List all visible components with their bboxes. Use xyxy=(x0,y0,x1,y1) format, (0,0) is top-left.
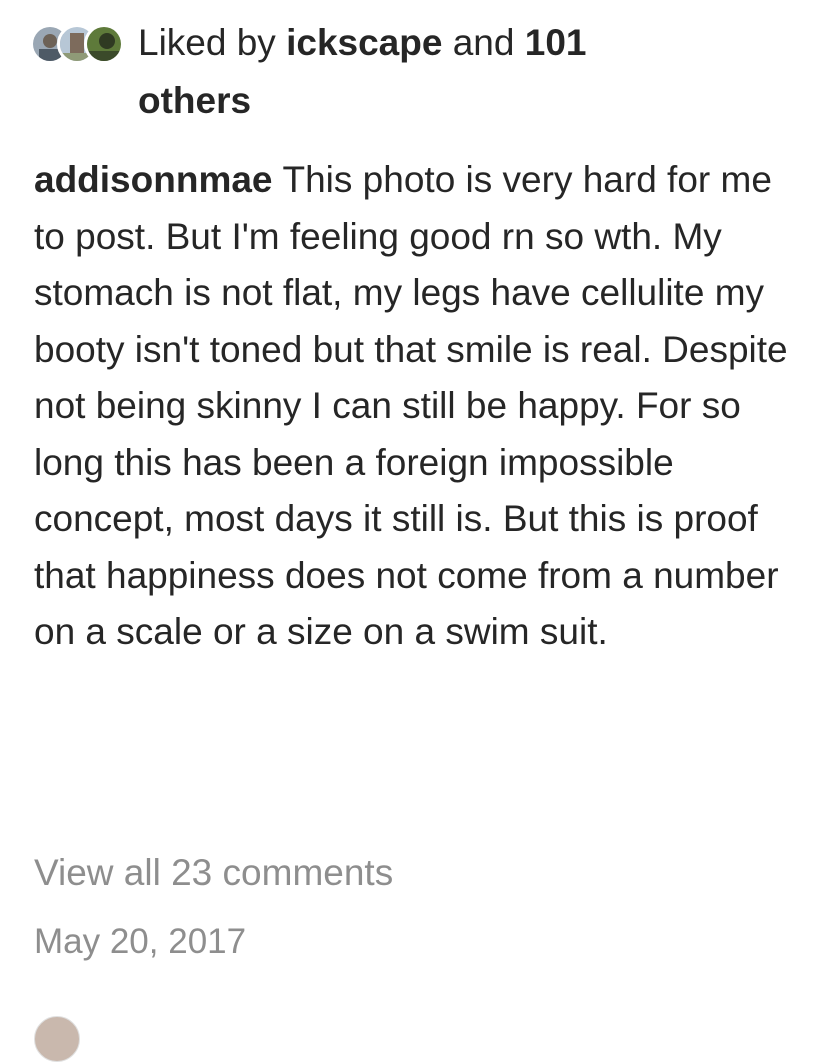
post-caption: addisonnmae This photo is very hard for m… xyxy=(34,152,804,661)
post-date: May 20, 2017 xyxy=(34,922,247,961)
caption-text: This photo is very hard for me to post. … xyxy=(34,159,788,652)
view-all-comments-link[interactable]: View all 23 comments xyxy=(34,845,393,901)
liker-avatar xyxy=(84,24,124,64)
likes-prefix: Liked by xyxy=(138,22,287,63)
likes-row: Liked by ickscape and 101 others xyxy=(30,14,800,130)
caption-username[interactable]: addisonnmae xyxy=(34,159,273,200)
liker-avatars[interactable] xyxy=(30,14,132,64)
likes-conjunction: and xyxy=(442,22,525,63)
liker-username[interactable]: ickscape xyxy=(286,22,442,63)
likes-summary[interactable]: Liked by ickscape and 101 others xyxy=(138,14,586,130)
likes-count[interactable]: 101 xyxy=(525,22,587,63)
likes-others[interactable]: others xyxy=(138,80,251,121)
